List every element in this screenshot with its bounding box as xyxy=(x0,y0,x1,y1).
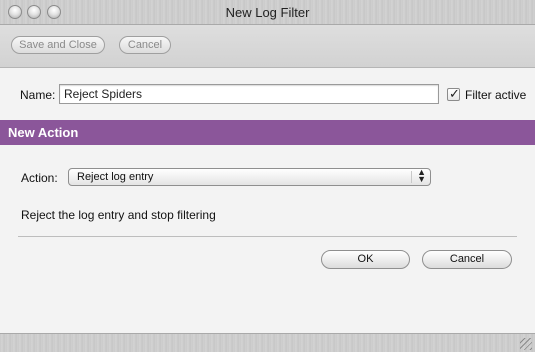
toolbar: Save and Close Cancel xyxy=(0,25,535,68)
action-description: Reject the log entry and stop filtering xyxy=(21,208,216,222)
ok-button[interactable]: OK xyxy=(321,250,410,269)
divider xyxy=(18,236,517,237)
save-and-close-button[interactable]: Save and Close xyxy=(11,36,105,54)
updown-arrows-icon: ▲ ▼ xyxy=(417,167,426,184)
popup-separator xyxy=(411,171,412,183)
action-select-value: Reject log entry xyxy=(77,171,154,183)
new-log-filter-window: New Log Filter Save and Close Cancel Nam… xyxy=(0,0,535,352)
action-label: Action: xyxy=(21,171,58,185)
toolbar-cancel-button[interactable]: Cancel xyxy=(119,36,171,54)
bottom-bar xyxy=(0,333,535,352)
action-select[interactable]: Reject log entry ▲ ▼ xyxy=(68,168,431,186)
name-label: Name: xyxy=(20,88,56,102)
window-title: New Log Filter xyxy=(225,5,310,20)
content-area xyxy=(0,68,535,333)
section-header: New Action xyxy=(0,120,535,145)
filter-active-label[interactable]: Filter active xyxy=(465,88,526,102)
title-bar[interactable]: New Log Filter xyxy=(0,0,535,25)
name-input[interactable]: Reject Spiders xyxy=(59,84,439,104)
resize-grip-icon[interactable] xyxy=(520,338,532,350)
filter-active-checkbox[interactable]: ✓ xyxy=(447,86,460,101)
cancel-button[interactable]: Cancel xyxy=(422,250,512,269)
checkmark-icon: ✓ xyxy=(449,86,460,101)
